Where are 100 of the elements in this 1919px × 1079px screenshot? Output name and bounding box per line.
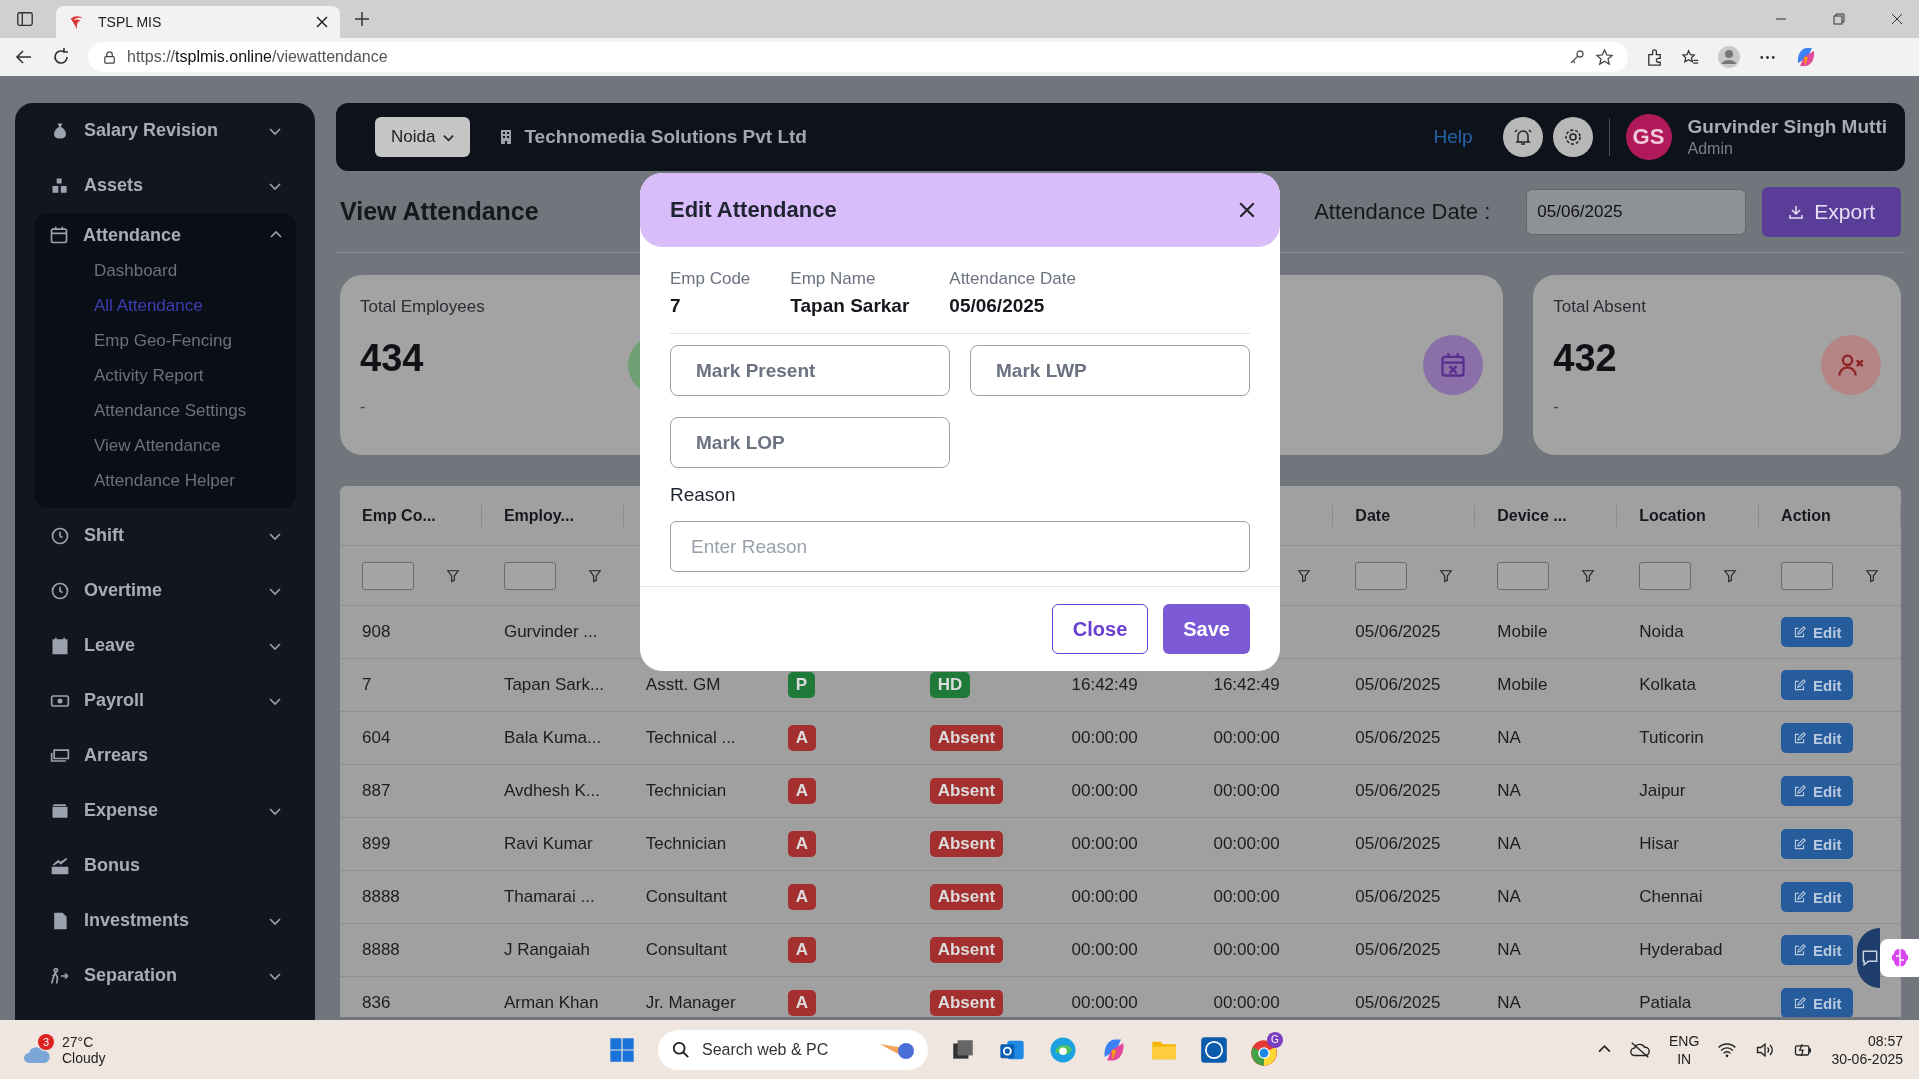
sidebar-item[interactable]: Assets <box>35 158 295 213</box>
sidebar-toggle-icon[interactable] <box>16 10 34 28</box>
edit-button[interactable]: Edit <box>1781 617 1854 647</box>
filter-field[interactable] <box>1639 561 1692 590</box>
table-cell: Bala Kuma... <box>503 728 602 747</box>
filter-icon[interactable] <box>1865 568 1880 583</box>
sidebar-item[interactable]: Arrears <box>35 728 295 783</box>
edit-button[interactable]: Edit <box>1781 988 1854 1017</box>
table-cell: Noida <box>1639 622 1684 641</box>
sidebar-item[interactable]: Expense <box>35 783 295 838</box>
submenu-item[interactable]: Activity Report <box>34 358 296 393</box>
column-header[interactable]: Device ... <box>1497 506 1567 525</box>
new-tab-icon[interactable] <box>354 11 370 27</box>
mark-button[interactable]: Mark LWP <box>970 345 1250 396</box>
filter-icon[interactable] <box>1297 568 1312 583</box>
filter-field[interactable] <box>503 561 556 590</box>
temperature: 27°C <box>62 1033 95 1050</box>
puzzle-icon[interactable] <box>1645 47 1664 67</box>
star-icon[interactable] <box>1595 47 1614 67</box>
filter-icon[interactable] <box>1723 568 1738 583</box>
restore-icon[interactable] <box>1833 13 1845 25</box>
filter-icon[interactable] <box>446 568 460 583</box>
save-button[interactable]: Save <box>1163 604 1250 654</box>
status-badge: A <box>787 831 816 857</box>
search-field[interactable]: Search web & PC <box>658 1029 928 1070</box>
table-cell: 8888 <box>362 940 400 959</box>
table-cell: 05/06/2025 <box>1355 675 1441 694</box>
sidebar-item[interactable]: Separation <box>35 948 295 1003</box>
chart-icon <box>50 855 70 876</box>
submenu-item[interactable]: Emp Geo-Fencing <box>34 323 296 358</box>
mark-button[interactable]: Mark Present <box>670 345 950 396</box>
edit-button[interactable]: Edit <box>1781 723 1854 753</box>
sidebar-item[interactable]: Shift <box>35 508 295 563</box>
table-cell: Technician <box>645 834 727 853</box>
submenu-item[interactable]: Dashboard <box>34 253 296 288</box>
filter-field[interactable] <box>1781 561 1834 590</box>
sidebar-item[interactable]: Attendance <box>34 213 296 253</box>
column-header[interactable]: Employ... <box>503 506 574 525</box>
card-value: 434 <box>360 337 425 380</box>
filter-icon[interactable] <box>1439 568 1454 583</box>
table-cell: Jr. Manager <box>645 993 736 1012</box>
notification-badge: 3 <box>38 1034 54 1050</box>
filter-icon[interactable] <box>1581 568 1596 583</box>
table-cell: 05/06/2025 <box>1355 728 1441 747</box>
close-icon[interactable] <box>1891 13 1903 25</box>
sidebar-item[interactable]: Payroll <box>35 673 295 728</box>
profile-icon[interactable] <box>1717 45 1741 69</box>
sidebar-item[interactable]: Investments <box>35 893 295 948</box>
column-header[interactable]: Action <box>1781 506 1831 525</box>
settings-button[interactable] <box>1552 117 1593 157</box>
column-header[interactable]: Emp Co... <box>362 506 436 525</box>
browser-tab[interactable]: TSPL MIS <box>56 6 340 38</box>
submenu-item[interactable]: Attendance Helper <box>34 463 296 498</box>
card-title: Total Absent <box>1553 297 1647 317</box>
site-info-icon[interactable] <box>102 49 117 65</box>
table-cell: Tuticorin <box>1639 728 1704 747</box>
filter-field[interactable] <box>1355 561 1408 590</box>
table-cell: 16:42:49 <box>1071 675 1138 694</box>
windows-icon[interactable] <box>608 1035 636 1064</box>
edit-button[interactable]: Edit <box>1781 935 1854 965</box>
notifications-button[interactable] <box>1502 117 1543 157</box>
assistant-button[interactable] <box>1880 939 1919 977</box>
close-icon[interactable] <box>1238 201 1256 219</box>
edit-button[interactable]: Edit <box>1781 670 1854 700</box>
edit-button[interactable]: Edit <box>1781 882 1854 912</box>
column-header[interactable]: Date <box>1355 506 1391 525</box>
date-field[interactable]: 05/06/2025 <box>1526 188 1747 235</box>
status-badge: HD <box>929 672 971 698</box>
key-icon[interactable] <box>1569 49 1585 65</box>
laptop-brand-icon[interactable] <box>1200 1035 1228 1064</box>
pencil-icon <box>1793 625 1807 639</box>
sidebar-item[interactable]: Overtime <box>35 563 295 618</box>
edit-button[interactable]: Edit <box>1781 776 1854 806</box>
sidebar-item[interactable]: Salary Revision <box>35 103 295 158</box>
address-field[interactable]: https://tsplmis.online/viewattendance <box>88 42 1628 72</box>
column-header[interactable]: Location <box>1639 506 1706 525</box>
close-button[interactable]: Close <box>1051 604 1149 654</box>
table-cell: 604 <box>362 728 391 747</box>
sidebar-item[interactable]: Bonus <box>35 838 295 893</box>
user-avatar[interactable]: GS <box>1625 114 1672 160</box>
favorites-icon[interactable] <box>1681 47 1700 67</box>
filter-field[interactable] <box>1497 561 1550 590</box>
submenu-item[interactable]: Attendance Settings <box>34 393 296 428</box>
refresh-icon[interactable] <box>51 47 71 67</box>
sidebar-item[interactable]: Leave <box>35 618 295 673</box>
filter-field[interactable] <box>362 561 414 590</box>
close-icon[interactable] <box>316 16 328 28</box>
mark-button[interactable]: Mark LOP <box>670 417 950 468</box>
table-cell: NA <box>1497 993 1521 1012</box>
filter-icon[interactable] <box>587 568 602 583</box>
clock[interactable]: 08:57 30-06-2025 <box>1831 1031 1903 1068</box>
submenu-item[interactable]: View Attendance <box>34 428 296 463</box>
reason-field[interactable]: Enter Reason <box>670 521 1250 572</box>
table-cell: NA <box>1497 940 1521 959</box>
table-cell: Chennai <box>1639 887 1703 906</box>
export-button[interactable]: Export <box>1762 186 1901 237</box>
language-indicator[interactable]: ENG IN <box>1669 1031 1700 1068</box>
status-badge: Absent <box>929 831 1004 857</box>
location-dropdown[interactable]: Noida <box>375 117 471 157</box>
edit-button[interactable]: Edit <box>1781 829 1854 859</box>
